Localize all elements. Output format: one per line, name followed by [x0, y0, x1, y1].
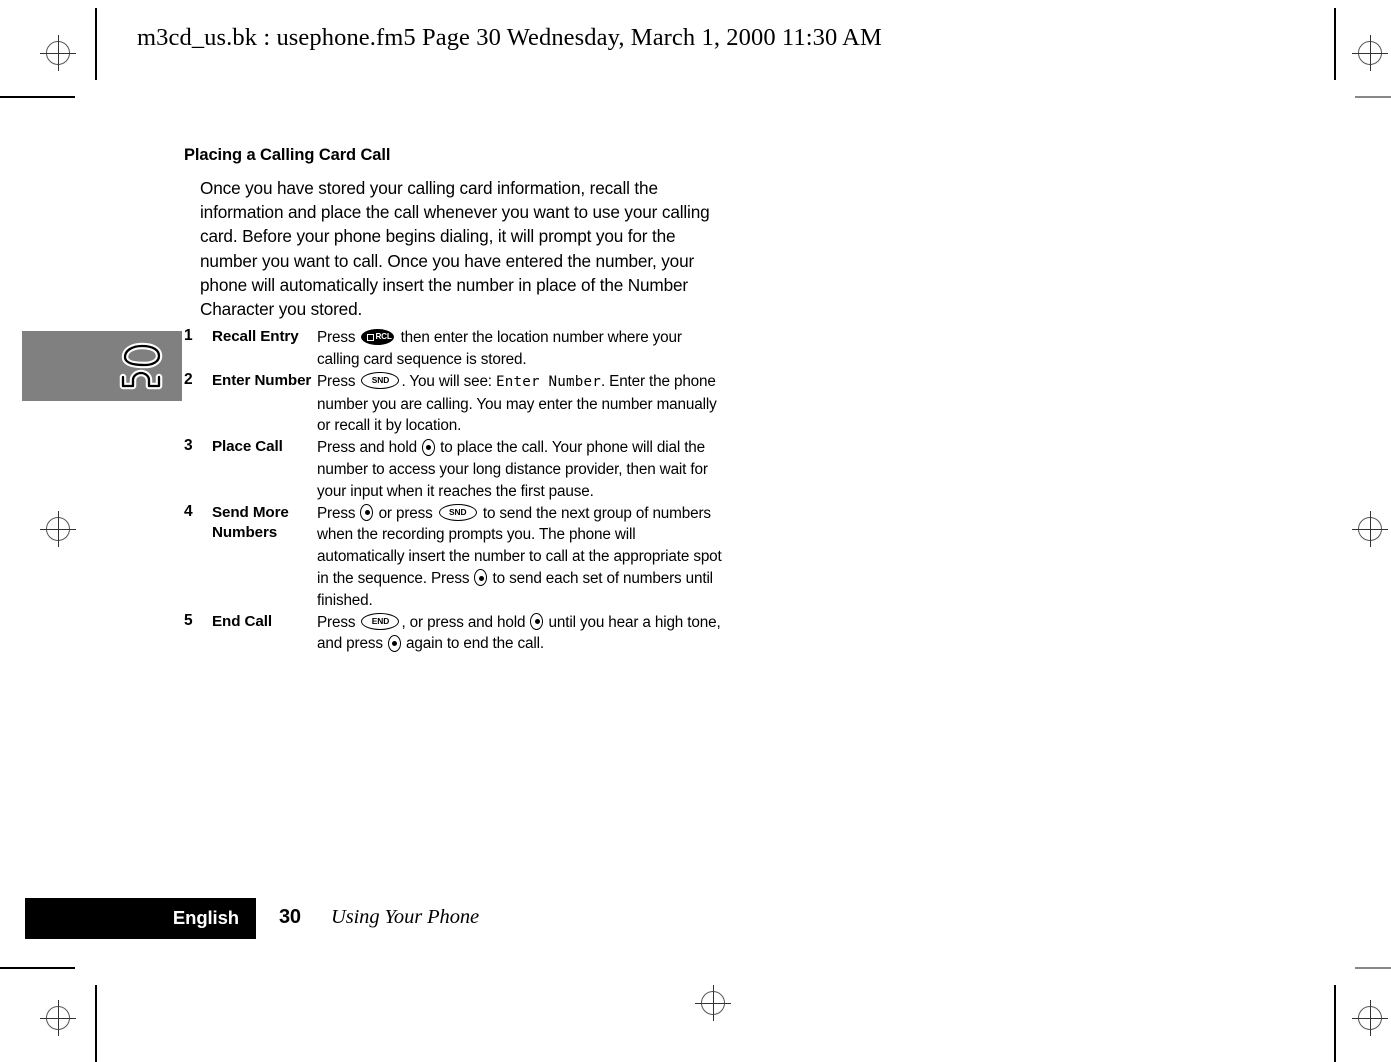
step-label: Enter Number [212, 371, 312, 389]
registration-hairline-vertical [1369, 1000, 1371, 1036]
send-key-icon: SND [438, 503, 477, 521]
step-number: 2 [184, 370, 193, 388]
step-label: Recall Entry [212, 328, 299, 346]
registration-hairline-vertical [57, 35, 59, 71]
table-row: 5 End Call Press END , or press and hold… [184, 612, 724, 656]
end-key-icon: END [361, 612, 400, 630]
step-number: 5 [184, 611, 193, 629]
end-key-label: END [371, 615, 390, 626]
registration-mark-bottom-left [40, 1000, 76, 1036]
recall-key-square-glyph [366, 333, 374, 341]
phone-off-hook-icon [114, 339, 168, 391]
power-key-icon [422, 438, 436, 456]
footer-language-label: English [172, 907, 239, 928]
intro-paragraph: Once you have stored your calling card i… [200, 178, 710, 320]
step-text-before: Press [317, 613, 356, 631]
step-text-tail: again to end the call. [406, 635, 544, 653]
step-text-mid: . You will see: [401, 372, 492, 390]
step-number: 3 [184, 437, 193, 455]
document-header-line: m3cd_us.bk : usephone.fm5 Page 30 Wednes… [137, 24, 882, 51]
crop-line-bottom-left-vertical [95, 985, 97, 1062]
power-key-dot-glyph [534, 619, 540, 625]
footer-section-name: Using Your Phone [331, 906, 479, 928]
table-row: 2 Enter Number Press SND . You will see:… [184, 371, 724, 437]
step-text-before: Press [317, 329, 356, 347]
recall-key-icon: RCL [361, 329, 395, 346]
power-key-dot-glyph [478, 575, 484, 581]
registration-mark-top-left [40, 35, 76, 71]
footer-language-bar: English [25, 898, 256, 939]
crop-line-top-left-vertical [95, 8, 97, 80]
registration-mark-top-right [1352, 35, 1388, 71]
footer-page-number: 30 [279, 906, 301, 928]
step-description: Press END , or press and hold until you … [317, 612, 724, 656]
lcd-display-text: Enter Number [496, 373, 601, 390]
power-key-icon [360, 504, 374, 522]
registration-hairline-vertical [1369, 35, 1371, 71]
main-content: Placing a Calling Card Call Once you hav… [184, 146, 744, 655]
table-row: 4 Send More Numbers Press or press SND t… [184, 503, 724, 612]
table-row: 3 Place Call Press and hold to place the… [184, 437, 724, 502]
registration-hairline-vertical [1369, 511, 1371, 547]
table-row: 1 Recall Entry Press RCL then enter the … [184, 327, 724, 371]
crop-line-bottom-left-horizontal [0, 967, 75, 969]
step-text-mid: , or press and hold [401, 613, 526, 631]
power-key-dot-glyph [426, 444, 432, 450]
step-description: Press and hold to place the call. Your p… [317, 437, 724, 502]
send-key-icon: SND [361, 371, 400, 389]
step-description: Press RCL then enter the location number… [317, 327, 724, 371]
crop-line-top-left-horizontal [0, 96, 75, 98]
crop-line-bottom-right-vertical [1334, 985, 1336, 1062]
registration-mark-bottom-center [695, 985, 731, 1021]
page-title: Placing a Calling Card Call [184, 146, 391, 164]
step-text-before: Press and hold [317, 439, 417, 457]
registration-hairline-vertical [712, 985, 714, 1021]
step-text-before: Press [317, 372, 356, 390]
step-label: Send More Numbers [212, 503, 289, 542]
step-number: 4 [184, 502, 193, 520]
step-text-mid: or press [378, 504, 433, 522]
crop-line-bottom-right-horizontal [1355, 967, 1391, 969]
step-description: Press or press SND to send the next grou… [317, 503, 724, 612]
step-label: End Call [212, 612, 272, 630]
registration-mark-bottom-right [1352, 1000, 1388, 1036]
registration-hairline-vertical [57, 511, 59, 547]
step-text-before: Press [317, 504, 356, 522]
registration-hairline-vertical [57, 1000, 59, 1036]
step-description: Press SND . You will see: Enter Number. … [317, 371, 724, 437]
recall-key-label: RCL [375, 331, 392, 341]
power-key-icon [474, 569, 488, 587]
send-key-label: SND [449, 506, 467, 517]
power-key-dot-glyph [392, 640, 398, 647]
registration-mark-right-middle [1352, 511, 1388, 547]
send-key-label: SND [371, 375, 390, 386]
power-key-dot-glyph [364, 510, 370, 516]
crop-line-top-right-horizontal [1355, 96, 1391, 98]
step-number: 1 [184, 327, 193, 345]
step-label: Place Call [212, 438, 283, 456]
crop-line-top-right-vertical [1334, 8, 1336, 80]
power-key-icon [530, 613, 544, 631]
steps-table: 1 Recall Entry Press RCL then enter the … [184, 327, 724, 655]
chapter-side-tab [22, 331, 182, 401]
registration-mark-left-middle [40, 511, 76, 547]
power-key-icon [387, 634, 401, 652]
